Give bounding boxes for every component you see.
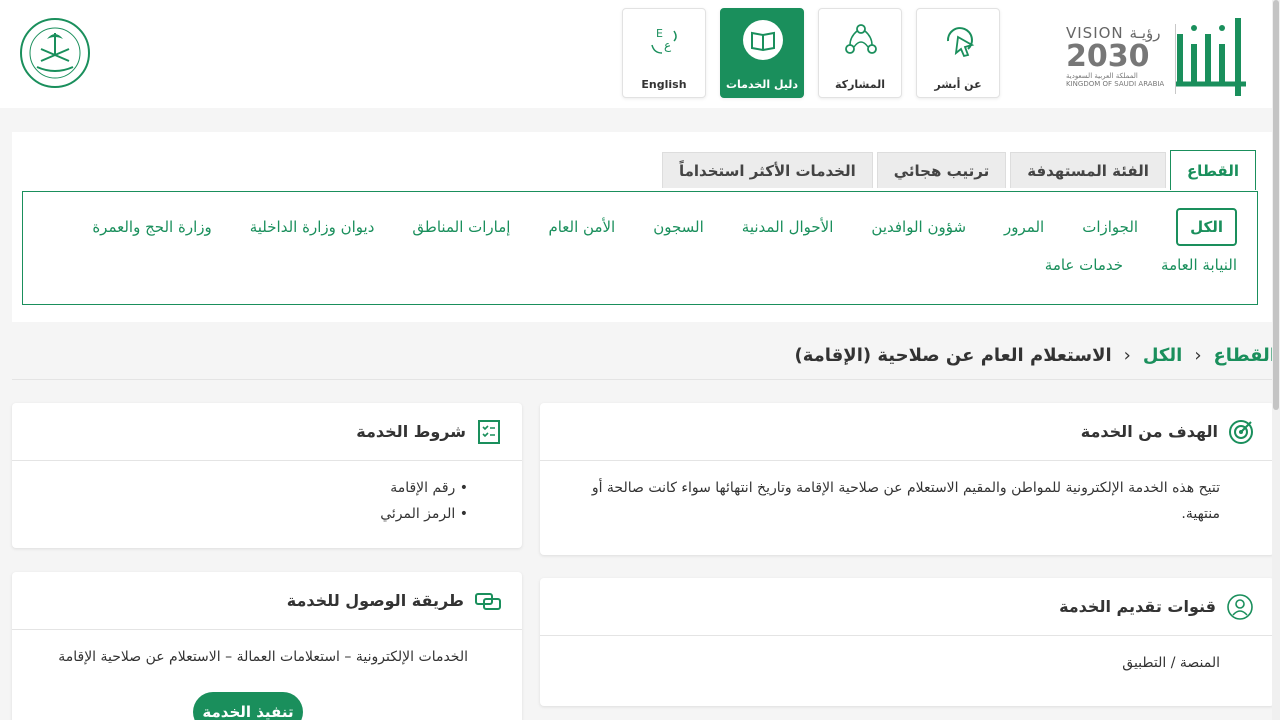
service-access-card: طريقة الوصول للخدمة الخدمات الإلكترونية …: [12, 572, 522, 720]
filter-tabs: القطاع الفئة المستهدفة ترتيب هجائي الخدم…: [662, 150, 1256, 190]
language-icon: E ع: [651, 27, 677, 54]
breadcrumb-all[interactable]: الكل: [1143, 345, 1182, 366]
card-header: قنوات تقديم الخدمة: [540, 578, 1274, 636]
page-title: الاستعلام العام عن صلاحية (الإقامة): [794, 345, 1112, 366]
book-icon: [743, 20, 783, 60]
nav-label: عن أبشر: [934, 78, 982, 91]
filter-expat-affairs[interactable]: شؤون الوافدين: [871, 218, 966, 236]
cursor-icon: [946, 27, 975, 58]
filter-moi-diwan[interactable]: ديوان وزارة الداخلية: [250, 218, 375, 236]
card-header: الهدف من الخدمة: [540, 403, 1274, 461]
sector-filter-panel: القطاع الفئة المستهدفة ترتيب هجائي الخدم…: [12, 132, 1272, 322]
execute-service-button[interactable]: تنفيذ الخدمة: [193, 692, 303, 720]
filter-general-services[interactable]: خدمات عامة: [1045, 256, 1123, 274]
nav-services-guide[interactable]: دليل الخدمات: [720, 8, 804, 98]
access-text: الخدمات الإلكترونية – استعلامات العمالة …: [58, 649, 468, 665]
nav-label: المشاركة: [835, 78, 885, 91]
list-item: رقم الإقامة: [32, 475, 468, 501]
brand-logos: VISION رؤيـة 2030 المملكة العربية السعود…: [1066, 10, 1256, 100]
nav-label: دليل الخدمات: [725, 78, 799, 91]
tab-sector[interactable]: القطاع: [1169, 150, 1256, 190]
filter-hajj-umrah[interactable]: وزارة الحج والعمرة: [92, 218, 211, 236]
target-icon: [1229, 419, 1253, 444]
nav-participation[interactable]: المشاركة: [818, 8, 902, 98]
tab-most-used[interactable]: الخدمات الأكثر استخداماً: [662, 152, 873, 188]
svg-text:ع: ع: [664, 38, 672, 52]
tab-alphabetical[interactable]: ترتيب هجائي: [876, 152, 1007, 188]
service-conditions-card: شروط الخدمة رقم الإقامة الرمز المرئي: [12, 403, 522, 548]
breadcrumb-sector[interactable]: القطاع: [1214, 345, 1276, 366]
filter-traffic[interactable]: المرور: [1004, 218, 1044, 236]
scrollbar-thumb[interactable]: [1273, 0, 1279, 410]
card-header: شروط الخدمة: [12, 403, 522, 461]
card-header: طريقة الوصول للخدمة: [12, 572, 522, 630]
filter-regional-emirates[interactable]: إمارات المناطق: [412, 218, 510, 236]
filter-prisons[interactable]: السجون: [653, 218, 704, 236]
filter-public-security[interactable]: الأمن العام: [548, 218, 615, 236]
channels-text: المنصة / التطبيق: [1122, 655, 1220, 671]
network-icon: [845, 24, 877, 54]
page-scrollbar[interactable]: [1272, 0, 1280, 720]
conditions-list: رقم الإقامة الرمز المرئي: [32, 475, 468, 527]
filter-all[interactable]: الكل: [1176, 208, 1237, 246]
user-support-icon: [1227, 593, 1253, 620]
service-goal-card: الهدف من الخدمة تتيح هذه الخدمة الإلكترو…: [540, 403, 1274, 555]
nav-label: English: [641, 78, 687, 91]
filter-row: النيابة العامة خدمات عامة: [1045, 256, 1237, 274]
nav-about-absher[interactable]: عن أبشر: [916, 8, 1000, 98]
chevron-left-icon: ›: [1123, 345, 1131, 366]
filter-public-prosecution[interactable]: النيابة العامة: [1161, 256, 1237, 274]
top-nav: E ع English دليل الخدمات المشاركة عن أبش…: [622, 8, 1000, 98]
filter-row: الكل الجوازات المرور شؤون الوافدين الأحو…: [92, 208, 1237, 246]
goal-text: تتيح هذه الخدمة الإلكترونية للمواطن والم…: [591, 480, 1220, 522]
breadcrumb: القطاع › الكل › الاستعلام العام عن صلاحي…: [12, 332, 1276, 380]
service-channels-card: قنوات تقديم الخدمة المنصة / التطبيق: [540, 578, 1274, 706]
sector-filter-box: الكل الجوازات المرور شؤون الوافدين الأحو…: [22, 191, 1258, 305]
filter-passports[interactable]: الجوازات: [1082, 218, 1138, 236]
absher-logo-icon: [1176, 18, 1246, 96]
filter-civil-affairs[interactable]: الأحوال المدنية: [742, 218, 834, 236]
checklist-icon: [478, 419, 500, 444]
site-header: E ع English دليل الخدمات المشاركة عن أبش…: [0, 0, 1280, 108]
nav-english[interactable]: E ع English: [622, 8, 706, 98]
vision-2030-logo: VISION رؤيـة 2030 المملكة العربية السعود…: [1066, 24, 1176, 94]
svg-text:E: E: [656, 27, 663, 40]
link-icon: [475, 592, 501, 610]
chevron-left-icon: ›: [1194, 345, 1202, 366]
ministry-emblem-icon: [20, 18, 90, 88]
tab-target-group[interactable]: الفئة المستهدفة: [1010, 152, 1166, 188]
list-item: الرمز المرئي: [32, 501, 468, 527]
